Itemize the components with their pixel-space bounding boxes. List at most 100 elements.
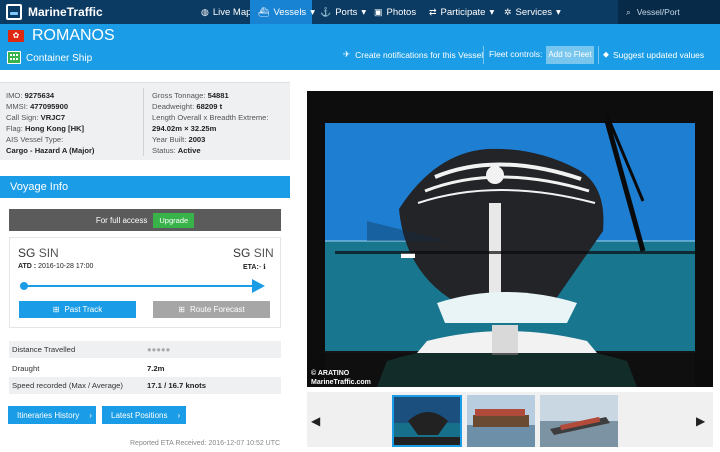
photo-credit-owner: © ARATINO [311, 370, 350, 377]
search-input[interactable] [636, 7, 709, 17]
draught-key: Draught [12, 364, 40, 373]
nav-services[interactable]: ✲ Services ▾ [496, 0, 566, 24]
suggest-label: Suggest updated values [612, 49, 705, 60]
gallery-thumb-3-image [540, 395, 618, 447]
status-key: Status: [152, 146, 176, 155]
distance-key: Distance Travelled [12, 345, 76, 354]
map-icon: ⊞ [52, 305, 60, 314]
vessel-photo[interactable] [307, 91, 713, 387]
create-notifications-label: Create notifications for this Vessel [355, 49, 484, 60]
speed-value: 17.1 / 16.7 knots [147, 381, 206, 390]
year-row: Year Built: 2003 [152, 134, 269, 145]
flag-value: Hong Kong [HK] [25, 124, 85, 133]
eta-value: - [258, 264, 262, 271]
create-notifications-link[interactable]: ✈ Create notifications for this Vessel [343, 49, 483, 60]
imo-value: 9275634 [24, 91, 55, 100]
eta-label: ETA: [243, 264, 259, 271]
callsign-value: VRJC7 [40, 113, 66, 122]
nav-participate-label: Participate [440, 6, 486, 18]
year-value: 2003 [188, 135, 206, 144]
callsign-row: Call Sign: VRJC7 [6, 112, 94, 123]
info-icon[interactable]: ℹ [263, 264, 266, 271]
itineraries-history-button[interactable]: Itineraries History › [8, 406, 96, 424]
vessel-photo-image [307, 91, 713, 387]
gross-row: Gross Tonnage: 54881 [152, 90, 269, 101]
gallery-thumb-2-image [467, 395, 535, 447]
gallery-next-icon[interactable]: ▶ [696, 414, 705, 428]
globe-icon: ◍ [201, 6, 209, 17]
flag-row: Flag: Hong Kong [HK] [6, 123, 94, 134]
tag-icon: ⬥ [603, 49, 609, 59]
nav-vessels[interactable]: ⛴ Vessels ▾ [250, 0, 315, 24]
reported-eta: Reported ETA Received: 2016-12-07 10:52 … [130, 440, 281, 447]
imo-row: IMO: 9275634 [6, 90, 94, 101]
atd-label: ATD : [18, 263, 37, 270]
nav-live-map-label: Live Map [212, 6, 252, 18]
camera-icon: ▣ [374, 6, 383, 17]
status-row: Status: Active [152, 145, 269, 156]
draught-row: Draught 7.2m [9, 360, 281, 377]
speed-row: Speed recorded (Max / Average) 17.1 / 16… [9, 377, 281, 394]
anchor-icon: ⚓ [320, 6, 332, 17]
gallery-thumb-1-image [394, 397, 460, 445]
atd-value: 2016-10-28 17:00 [38, 263, 94, 270]
gallery-thumb-3[interactable] [540, 395, 618, 447]
arrival-arrow-icon [252, 279, 265, 293]
mmsi-key: MMSI: [6, 102, 28, 111]
ship-icon: ⛴ [258, 6, 270, 17]
search-box[interactable]: ⌕ [618, 0, 720, 24]
voyage-track-line [22, 285, 262, 287]
route-forecast-label: Route Forecast [190, 305, 245, 314]
gallery-thumb-1[interactable] [392, 395, 462, 447]
arrival-port-code: SIN [253, 246, 274, 260]
arrival-port: SG SIN [233, 246, 274, 260]
caret-down-icon: ▾ [489, 6, 495, 18]
distance-row: Distance Travelled ●●●●● [9, 341, 281, 358]
add-to-fleet-button[interactable]: Add to Fleet [546, 46, 594, 64]
nav-participate[interactable]: ⇄ Participate ▾ [421, 0, 496, 24]
atd-row: ATD : 2016-10-28 17:00 [18, 263, 93, 270]
nav-ports-label: Ports [335, 6, 358, 18]
suggest-updated-values-link[interactable]: ⬥ Suggest updated values [603, 49, 704, 60]
particulars-divider [143, 88, 144, 156]
dwt-value: 68209 t [196, 102, 223, 111]
brand-logo[interactable]: MarineTraffic [0, 0, 180, 24]
mmsi-value: 477095900 [30, 102, 69, 111]
speed-key: Speed recorded (Max / Average) [12, 381, 123, 390]
past-track-button[interactable]: ⊞ Past Track [19, 301, 136, 318]
photo-credit: © ARATINO MarineTraffic.com [311, 369, 371, 387]
header-divider [598, 46, 599, 64]
latest-positions-button[interactable]: Latest Positions › [102, 406, 186, 424]
ais-type-key: AIS Vessel Type: [6, 135, 64, 144]
nav-photos[interactable]: ▣ Photos [366, 0, 421, 24]
status-value: Active [177, 146, 201, 155]
route-forecast-button[interactable]: ⊞ Route Forecast [153, 301, 270, 318]
full-access-banner: For full access Upgrade [9, 209, 281, 231]
search-icon: ⌕ [626, 6, 631, 17]
full-access-text: For full access [95, 215, 148, 225]
photo-credit-site: MarineTraffic.com [311, 379, 371, 386]
megaphone-icon: ✈ [343, 49, 351, 59]
gallery-prev-icon[interactable]: ◀ [311, 414, 320, 428]
nav-services-label: Services [515, 6, 552, 18]
vessel-type-icon [7, 51, 21, 64]
latest-positions-label: Latest Positions [111, 410, 168, 420]
upgrade-button[interactable]: Upgrade [153, 212, 195, 228]
header-divider [483, 46, 484, 64]
caret-down-icon: ▾ [555, 6, 561, 18]
dims-key: Length Overall x Breadth Extreme: [152, 113, 269, 122]
distance-value: ●●●●● [147, 345, 171, 354]
particulars-right: Gross Tonnage: 54881 Deadweight: 68209 t… [152, 90, 269, 156]
nav-live-map[interactable]: ◍ Live Map [193, 0, 252, 24]
year-key: Year Built: [152, 135, 187, 144]
nav-ports[interactable]: ⚓ Ports ▾ [312, 0, 366, 24]
departure-dot [20, 282, 28, 290]
particulars-left: IMO: 9275634 MMSI: 477095900 Call Sign: … [6, 90, 94, 156]
route-icon: ⊞ [178, 305, 185, 314]
nav-photos-label: Photos [386, 6, 417, 18]
chevron-right-icon: › [177, 410, 181, 420]
dwt-key: Deadweight: [152, 102, 195, 111]
gallery-thumb-2[interactable] [467, 395, 535, 447]
nav-vessels-label: Vessels [273, 6, 307, 18]
chevron-right-icon: › [89, 410, 92, 420]
